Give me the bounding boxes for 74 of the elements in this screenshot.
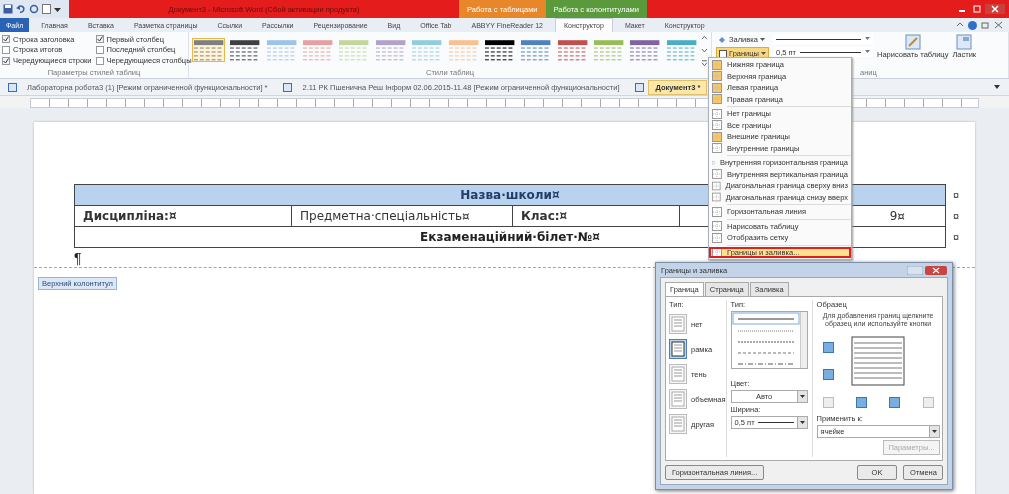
restore-icon[interactable] — [981, 21, 990, 29]
table-text: Предметна·спеціальність¤ — [300, 209, 470, 223]
document-icon — [283, 82, 293, 92]
dropdown-arrow-icon — [928, 426, 939, 438]
dropdown-arrow-icon[interactable] — [993, 83, 1001, 91]
table-style-swatch[interactable] — [664, 38, 699, 62]
caret-icon — [865, 50, 870, 54]
table-style-swatch[interactable] — [264, 38, 299, 62]
paragraph-mark: ¶ — [74, 249, 82, 266]
table-style-swatch[interactable] — [555, 38, 589, 62]
table-style-swatch[interactable] — [337, 38, 371, 62]
border-type-button[interactable] — [669, 339, 687, 359]
border-icon — [712, 131, 722, 142]
bottom-border-button[interactable] — [822, 369, 834, 381]
top-border-button[interactable] — [822, 342, 834, 354]
border-icon — [712, 120, 722, 131]
table-text: Екзаменаційний·білет·№¤ — [420, 230, 600, 244]
dropdown-arrow-icon — [796, 417, 807, 428]
ribbon-minimize-icon[interactable] — [956, 21, 964, 29]
table-style-swatch[interactable] — [519, 38, 553, 62]
table-style-swatch[interactable] — [228, 38, 262, 62]
pencil-table-icon — [904, 34, 921, 50]
table-style-swatch[interactable] — [446, 38, 480, 62]
close-icon[interactable] — [994, 21, 1003, 29]
row-end-mark: ¤ — [952, 189, 959, 201]
checkbox[interactable] — [95, 56, 104, 65]
caret-icon — [759, 37, 765, 42]
border-icon — [712, 143, 722, 154]
right-border-button[interactable] — [889, 397, 901, 409]
undo-icon[interactable] — [16, 4, 26, 14]
border-icon — [712, 71, 722, 82]
border-icon — [712, 82, 722, 93]
border-icon — [712, 180, 721, 191]
checkbox[interactable] — [95, 46, 104, 54]
table-style-swatch[interactable] — [192, 38, 226, 62]
table-style-swatch[interactable] — [373, 38, 408, 62]
checkbox[interactable] — [2, 46, 10, 54]
table-style-swatch[interactable] — [591, 38, 626, 62]
checkbox[interactable] — [95, 35, 104, 44]
table-text: Клас:¤ — [521, 209, 568, 223]
table-style-swatch[interactable] — [301, 38, 335, 62]
save-icon[interactable] — [3, 4, 13, 14]
border-icon — [712, 221, 722, 232]
dropdown-arrow-icon — [796, 391, 807, 402]
new-document-icon[interactable] — [42, 4, 51, 14]
border-icon — [712, 192, 721, 203]
close-icon[interactable] — [985, 4, 1005, 14]
table-text: Дисципліна:¤ — [83, 209, 177, 223]
gallery-scroll-icon[interactable] — [701, 33, 708, 67]
table-text: Назва·школи¤ — [460, 188, 560, 202]
checkbox[interactable] — [2, 56, 10, 65]
border-icon — [712, 59, 722, 70]
line-style-dropdown[interactable] — [773, 34, 873, 44]
table-style-swatch[interactable] — [410, 38, 444, 62]
close-icon[interactable] — [925, 265, 947, 275]
maximize-icon[interactable] — [970, 4, 984, 14]
document-icon — [635, 82, 645, 92]
border-icon — [712, 232, 722, 243]
left-border-button[interactable] — [855, 397, 867, 409]
border-icon — [712, 247, 722, 258]
table-text: 9¤ — [889, 209, 905, 223]
eraser-icon — [956, 34, 973, 50]
table-style-swatch[interactable] — [628, 38, 662, 62]
document-icon — [8, 82, 17, 92]
border-icon — [712, 206, 722, 217]
row-end-mark: ¤ — [952, 210, 959, 222]
line-style-list[interactable] — [730, 311, 808, 369]
paint-bucket-icon — [718, 35, 727, 44]
checkbox[interactable] — [2, 35, 10, 44]
border-icon — [712, 94, 722, 105]
table-style-swatch[interactable] — [482, 38, 517, 62]
row-end-mark: ¤ — [952, 231, 959, 243]
caret-icon — [865, 37, 870, 41]
border-icon — [712, 108, 722, 119]
